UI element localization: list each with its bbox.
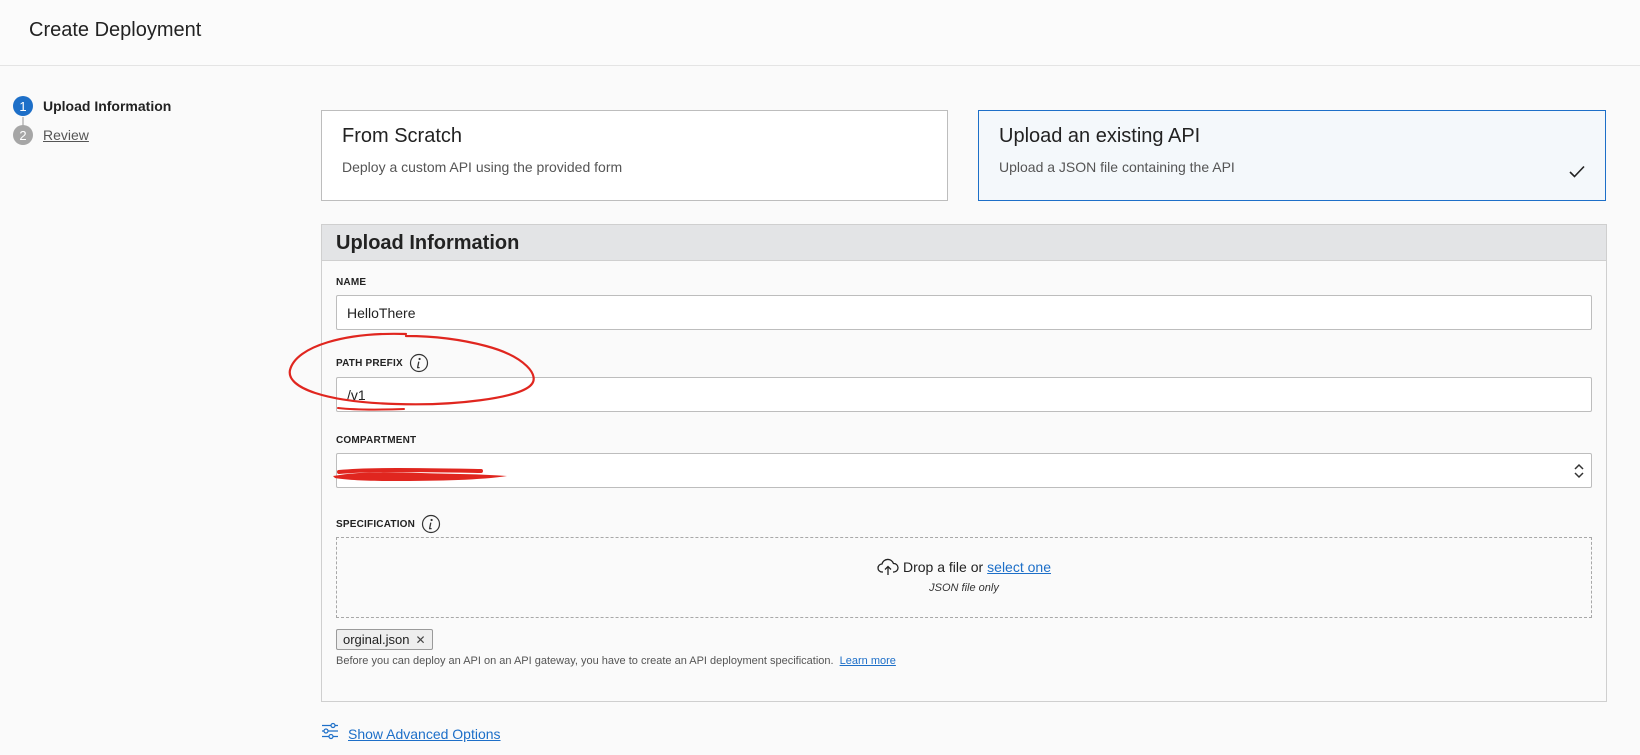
close-icon[interactable]: ✕ xyxy=(416,633,426,647)
path-prefix-label-text: PATH PREFIX xyxy=(336,357,403,369)
dropzone-hint: JSON file only xyxy=(929,582,999,594)
select-file-link[interactable]: select one xyxy=(987,559,1051,575)
learn-more-link[interactable]: Learn more xyxy=(840,655,896,667)
name-input[interactable] xyxy=(336,295,1592,330)
info-icon[interactable] xyxy=(421,514,441,534)
card-description: Upload a JSON file containing the API xyxy=(999,159,1235,175)
step-review[interactable]: 2 Review xyxy=(13,125,89,145)
page-title: Create Deployment xyxy=(29,19,202,41)
step-number: 1 xyxy=(13,96,33,116)
dropzone-prompt: Drop a file or select one xyxy=(337,558,1591,576)
helper-text-body: Before you can deploy an API on an API g… xyxy=(336,655,834,667)
card-from-scratch[interactable]: From Scratch Deploy a custom API using t… xyxy=(321,110,948,201)
file-name: orginal.json xyxy=(343,632,410,647)
uploaded-file-chip: orginal.json ✕ xyxy=(336,629,433,650)
helper-text: Before you can deploy an API on an API g… xyxy=(336,655,896,667)
step-label: Upload Information xyxy=(43,98,172,114)
card-title: Upload an existing API xyxy=(999,125,1201,147)
specification-label: SPECIFICATION xyxy=(336,514,441,534)
step-number: 2 xyxy=(13,125,33,145)
advanced-options-label: Show Advanced Options xyxy=(348,725,501,742)
upload-information-panel: Upload Information NAME PATH PREFIX COMP… xyxy=(321,224,1607,702)
specification-label-text: SPECIFICATION xyxy=(336,518,416,530)
chevron-updown-icon xyxy=(1573,461,1585,486)
compartment-label: COMPARTMENT xyxy=(336,435,416,446)
upload-cloud-icon xyxy=(877,558,899,576)
show-advanced-options-link[interactable]: Show Advanced Options xyxy=(321,722,501,745)
panel-title: Upload Information xyxy=(322,225,1606,261)
drop-text: Drop a file or xyxy=(903,559,984,575)
checkmark-icon xyxy=(1569,165,1585,183)
card-title: From Scratch xyxy=(342,125,463,147)
step-label[interactable]: Review xyxy=(43,127,89,143)
path-prefix-label: PATH PREFIX xyxy=(336,353,429,373)
sliders-icon xyxy=(321,722,339,745)
path-prefix-input[interactable] xyxy=(336,377,1592,412)
name-label: NAME xyxy=(336,277,366,288)
name-label-text: NAME xyxy=(336,277,367,288)
step-upload-information[interactable]: 1 Upload Information xyxy=(13,96,171,116)
card-upload-existing-api[interactable]: Upload an existing API Upload a JSON fil… xyxy=(978,110,1606,201)
redaction-mark xyxy=(333,468,507,481)
file-dropzone[interactable]: Drop a file or select one JSON file only xyxy=(336,537,1592,618)
page-header: Create Deployment xyxy=(0,0,1640,66)
info-icon[interactable] xyxy=(409,353,429,373)
compartment-label-text: COMPARTMENT xyxy=(336,435,417,446)
compartment-select[interactable] xyxy=(333,453,1592,488)
card-description: Deploy a custom API using the provided f… xyxy=(342,159,623,175)
